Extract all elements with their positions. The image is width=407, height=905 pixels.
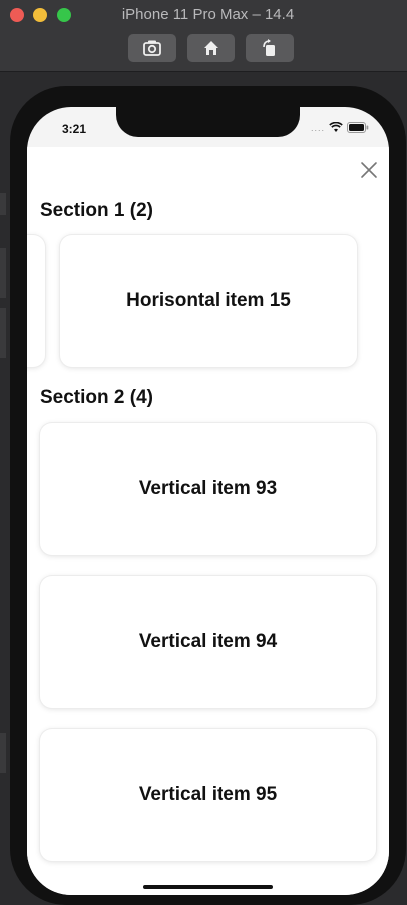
vertical-item-card[interactable]: Vertical item 95 [40, 729, 376, 861]
window-title: iPhone 11 Pro Max – 14.4 [121, 6, 295, 23]
horizontal-item-card[interactable] [27, 235, 45, 367]
camera-icon [143, 40, 161, 56]
simulator-titlebar: iPhone 11 Pro Max – 14.4 [0, 0, 407, 72]
side-strip [0, 248, 6, 298]
vertical-item-card[interactable]: Vertical item 93 [40, 423, 376, 555]
horizontal-item-card[interactable]: Horisontal item 15 [60, 235, 357, 367]
device-screen: 3:21 .... Section 1 (2) Horisontal item … [27, 107, 389, 895]
screenshot-button[interactable] [128, 34, 176, 62]
side-strip [0, 193, 6, 215]
battery-icon [347, 122, 369, 133]
rotate-icon [263, 39, 275, 56]
status-icons: .... [311, 122, 369, 133]
home-icon [204, 41, 218, 55]
status-time: 3:21 [62, 122, 87, 136]
wifi-icon [329, 122, 343, 133]
notch [116, 107, 300, 137]
signal-indicator: .... [310, 122, 325, 133]
sheet-content: Section 1 (2) Horisontal item 15 Section… [27, 147, 389, 895]
home-button[interactable] [187, 34, 235, 62]
side-strip [0, 733, 6, 773]
zoom-window-button[interactable] [57, 8, 71, 22]
vertical-item-card[interactable]: Vertical item 94 [40, 576, 376, 708]
section-1-title: Section 1 (2) [40, 200, 153, 221]
rotate-button[interactable] [246, 34, 294, 62]
section-2-title: Section 2 (4) [40, 387, 153, 408]
home-indicator[interactable] [143, 885, 273, 889]
close-window-button[interactable] [10, 8, 24, 22]
side-strip [0, 308, 6, 358]
close-icon[interactable] [359, 160, 379, 180]
minimize-window-button[interactable] [33, 8, 47, 22]
